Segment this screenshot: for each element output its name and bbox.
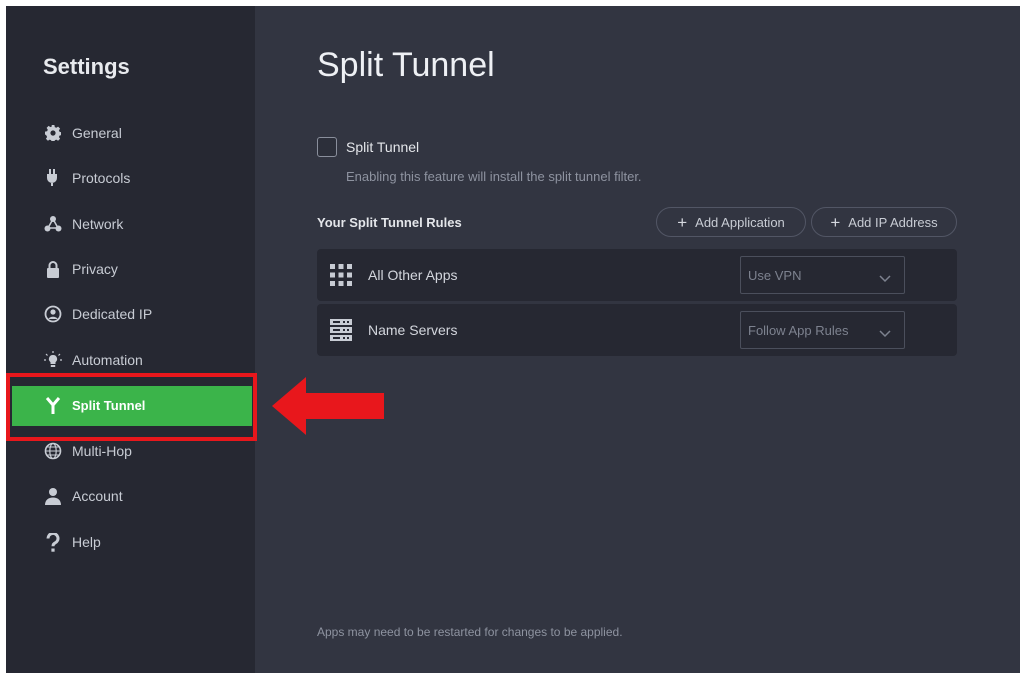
sidebar-item-label: Protocols — [72, 170, 131, 186]
annotation-highlight-box — [6, 373, 257, 441]
sidebar-item-network[interactable]: Network — [6, 204, 255, 244]
split-tunnel-checkbox-label: Split Tunnel — [346, 139, 420, 155]
network-icon — [44, 214, 62, 234]
rule-action-select[interactable]: Follow App Rules — [740, 311, 905, 349]
split-tunnel-checkbox[interactable] — [317, 137, 337, 157]
add-ip-address-button[interactable]: + Add IP Address — [811, 207, 957, 237]
add-application-button[interactable]: + Add Application — [656, 207, 806, 237]
user-icon — [44, 486, 62, 506]
rule-row: All Other Apps Use VPN — [317, 249, 957, 301]
chevron-down-icon — [879, 325, 891, 343]
select-value: Use VPN — [748, 268, 802, 283]
add-application-label: Add Application — [695, 214, 785, 230]
sidebar-item-label: Network — [72, 216, 124, 232]
plus-icon: + — [677, 212, 688, 232]
rules-heading: Your Split Tunnel Rules — [317, 215, 462, 230]
sidebar-item-dedicated-ip[interactable]: Dedicated IP — [6, 294, 255, 334]
lock-icon — [44, 259, 62, 279]
sidebar-item-label: Automation — [72, 352, 143, 368]
split-tunnel-description: Enabling this feature will install the s… — [346, 169, 642, 184]
lightbulb-icon — [44, 350, 62, 370]
sidebar-item-protocols[interactable]: Protocols — [6, 158, 255, 198]
question-icon — [44, 532, 62, 552]
rule-row: Name Servers Follow App Rules — [317, 304, 957, 356]
sidebar-item-account[interactable]: Account — [6, 476, 255, 516]
sidebar-title: Settings — [43, 54, 130, 79]
sidebar-item-label: Dedicated IP — [72, 306, 153, 322]
sidebar-item-label: Help — [72, 534, 101, 550]
server-icon — [330, 319, 352, 346]
sidebar-item-label: General — [72, 125, 122, 141]
sidebar-item-help[interactable]: Help — [6, 522, 255, 562]
rule-name: All Other Apps — [368, 267, 458, 283]
plus-icon: + — [830, 212, 841, 232]
sidebar-item-label: Privacy — [72, 261, 118, 277]
app-window: Settings General Protocols Network Priva… — [6, 6, 1020, 673]
dedicated-ip-icon — [44, 304, 62, 324]
gear-icon — [44, 123, 62, 143]
chevron-down-icon — [879, 270, 891, 288]
add-ip-address-label: Add IP Address — [848, 214, 938, 230]
globe-icon — [44, 441, 62, 461]
select-value: Follow App Rules — [748, 323, 849, 338]
sidebar-item-label: Multi-Hop — [72, 443, 132, 459]
footer-note: Apps may need to be restarted for change… — [317, 625, 623, 639]
grid-icon — [330, 264, 352, 291]
sidebar-item-privacy[interactable]: Privacy — [6, 249, 255, 289]
annotation-arrow-icon — [272, 377, 384, 435]
rule-name: Name Servers — [368, 322, 458, 338]
sidebar-item-label: Account — [72, 488, 123, 504]
plug-icon — [44, 168, 62, 188]
sidebar-item-general[interactable]: General — [6, 113, 255, 153]
rule-action-select[interactable]: Use VPN — [740, 256, 905, 294]
sidebar: Settings General Protocols Network Priva… — [6, 6, 255, 673]
page-title: Split Tunnel — [317, 46, 495, 84]
